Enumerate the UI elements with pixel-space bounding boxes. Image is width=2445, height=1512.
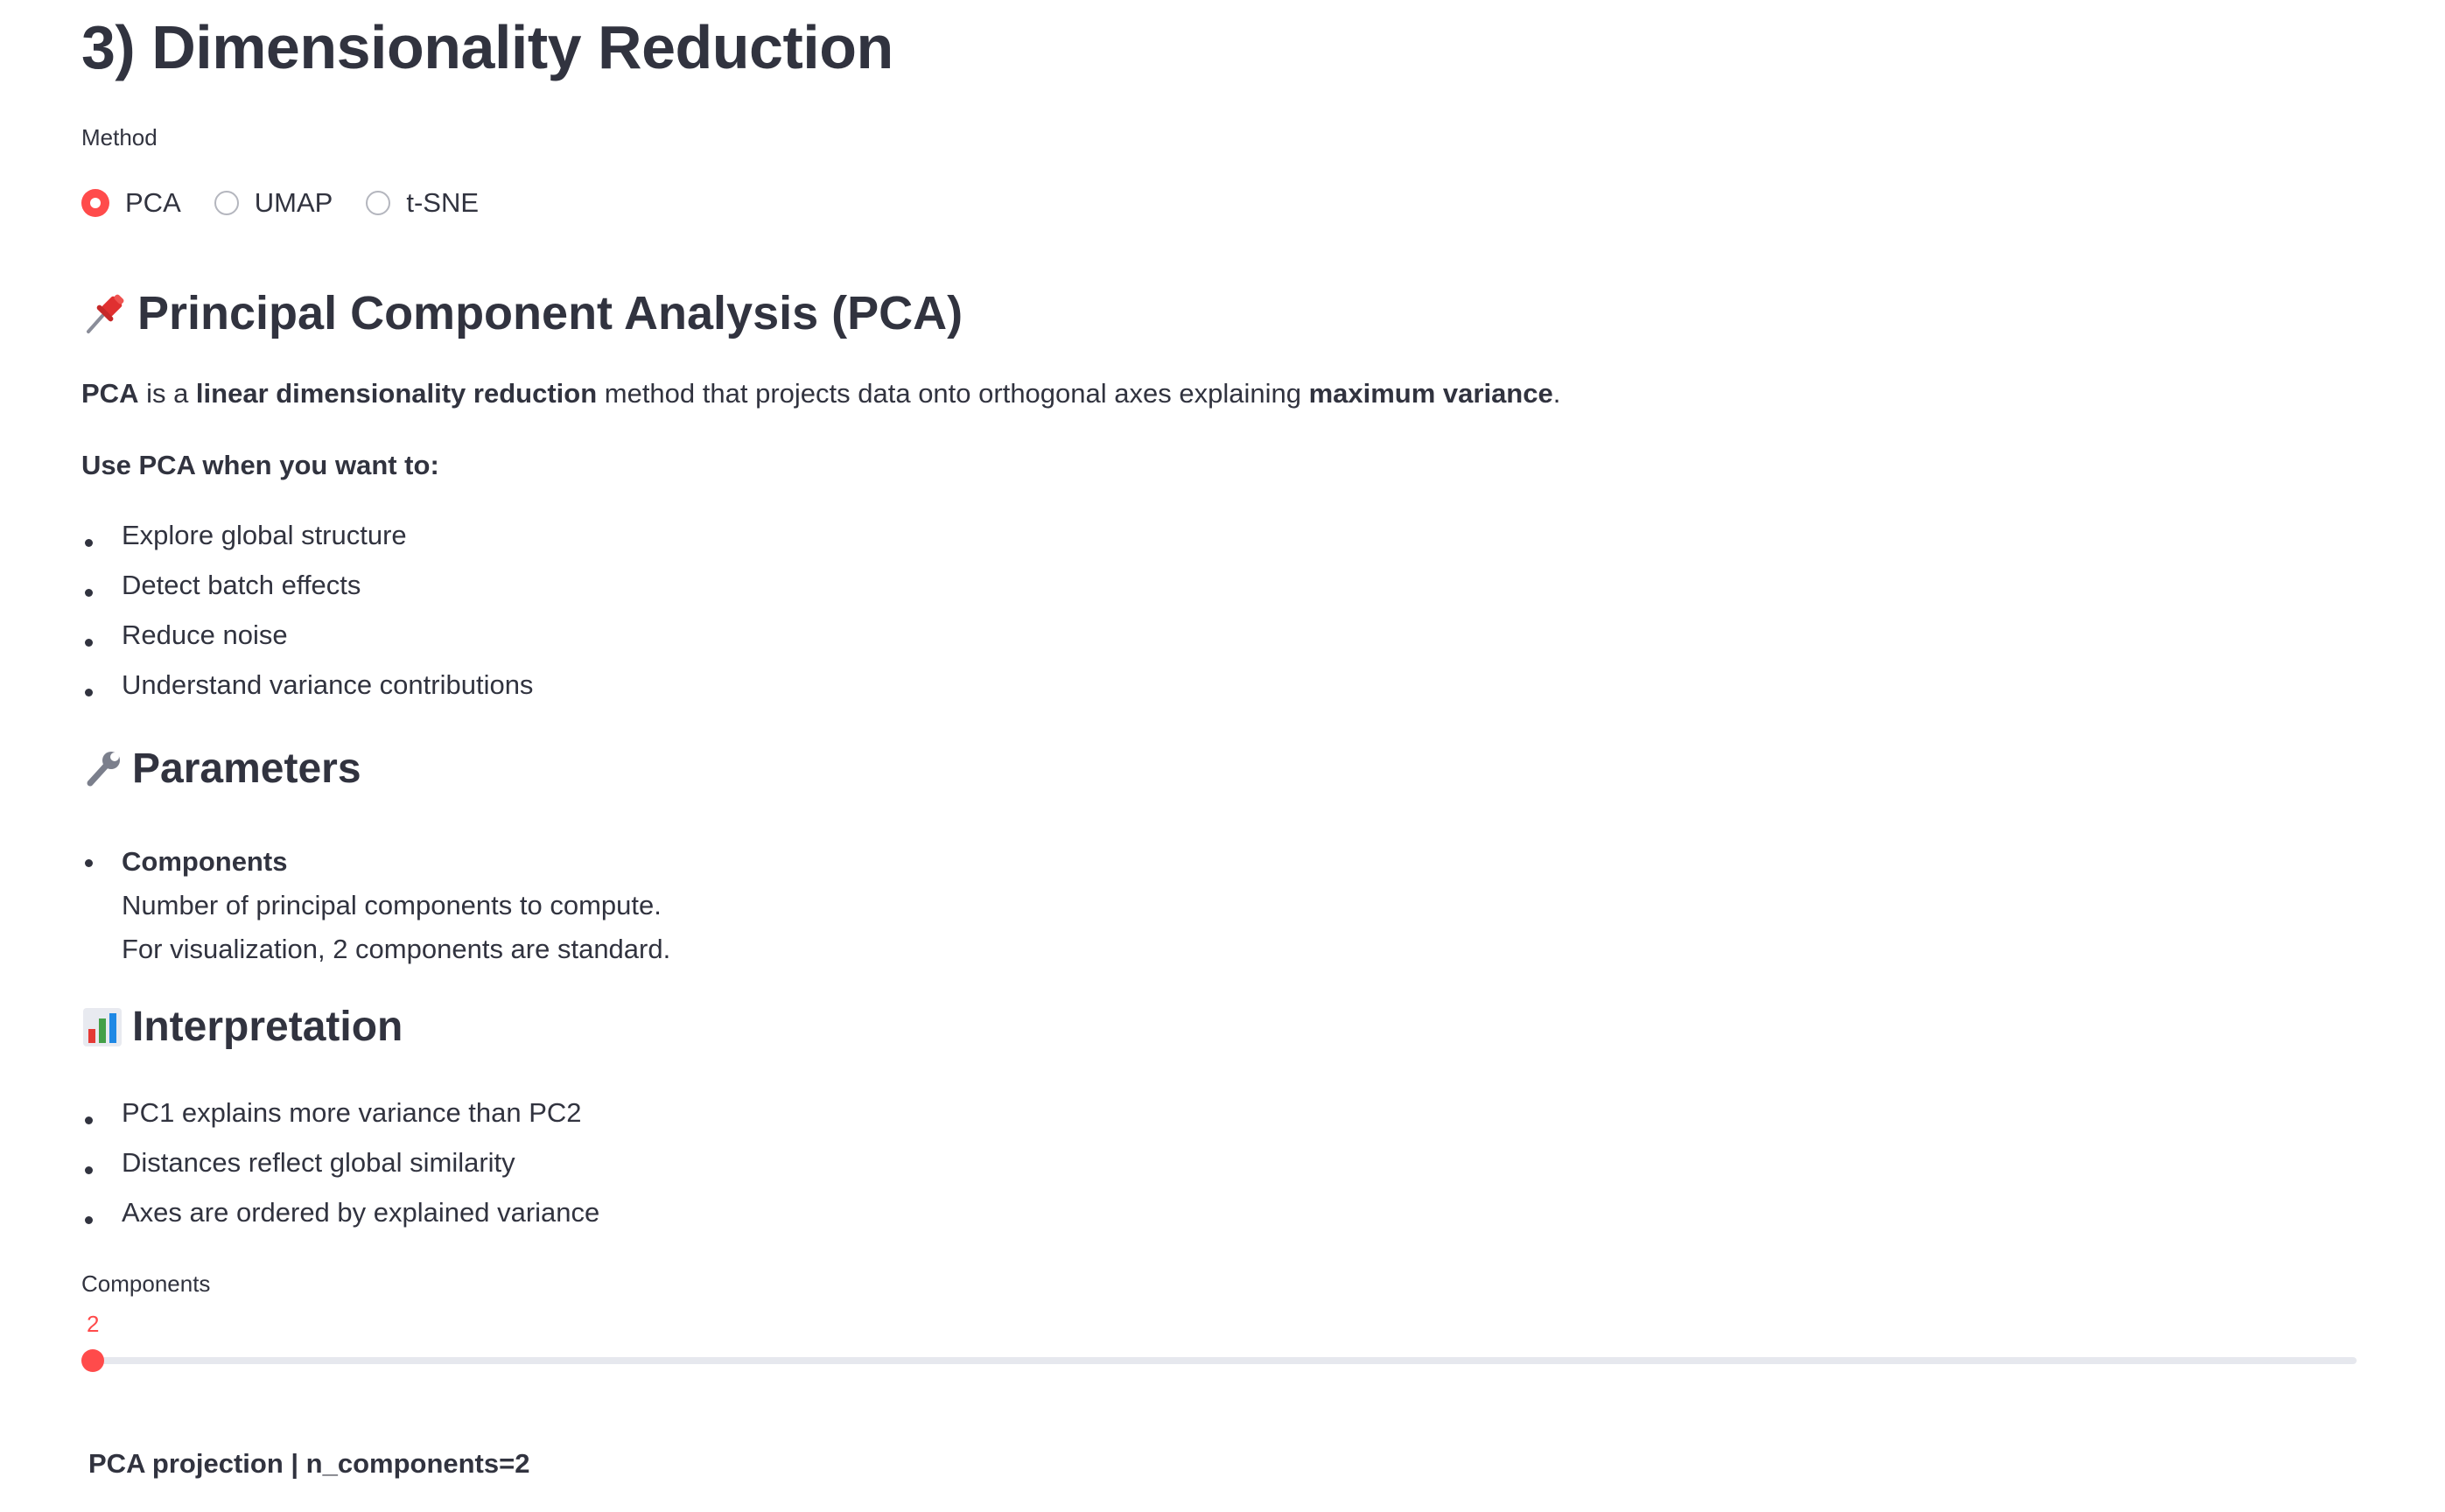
slider-value: 2 [87, 1311, 100, 1337]
list-item: Components Number of principal component… [81, 840, 670, 971]
bar-chart-icon [81, 1006, 123, 1048]
pca-intro: PCA is a linear dimensionality reduction… [81, 378, 1560, 410]
param-desc-1: Number of principal components to comput… [122, 890, 662, 920]
wrench-icon [81, 748, 123, 790]
param-name: Components [122, 846, 288, 877]
pca-heading: Principal Component Analysis (PCA) [81, 286, 963, 340]
interpretation-heading-text: Interpretation [132, 1004, 403, 1050]
radio-label-umap: UMAP [254, 187, 333, 218]
plot-title: PCA projection | n_components=2 [88, 1448, 530, 1479]
radio-unselected-icon[interactable] [366, 191, 391, 215]
pca-heading-text: Principal Component Analysis (PCA) [137, 287, 963, 340]
use-pca-list: Explore global structure Detect batch ef… [81, 520, 533, 719]
radio-selected-icon[interactable] [81, 189, 109, 217]
main-content: 3) Dimensionality Reduction Method PCA U… [81, 0, 2374, 1512]
radio-unselected-icon[interactable] [214, 191, 239, 215]
list-item: Detect batch effects [81, 570, 533, 620]
intro-variance-bold: maximum variance [1308, 378, 1553, 409]
page-title: 3) Dimensionality Reduction [81, 13, 893, 81]
intro-text-1: is a [138, 378, 196, 409]
radio-option-umap[interactable]: UMAP [214, 187, 333, 219]
use-pca-when: Use PCA when you want to: [81, 450, 439, 480]
param-desc-2: For visualization, 2 components are stan… [122, 934, 671, 964]
list-item: Understand variance contributions [81, 669, 533, 719]
components-slider-track[interactable] [81, 1357, 2357, 1364]
intro-pca-bold: PCA [81, 378, 139, 409]
components-slider-label: Components [81, 1270, 211, 1297]
radio-label-pca: PCA [125, 187, 181, 218]
parameters-heading: Parameters [81, 745, 361, 793]
interpretation-heading: Interpretation [81, 1003, 403, 1051]
intro-linear-bold: linear dimensionality reduction [195, 378, 598, 409]
pushpin-icon [81, 290, 129, 337]
parameters-list: Components Number of principal component… [81, 840, 670, 971]
list-item: PC1 explains more variance than PC2 [81, 1097, 599, 1147]
list-item: Distances reflect global similarity [81, 1147, 599, 1197]
intro-period: . [1552, 378, 1561, 409]
list-item: Reduce noise [81, 620, 533, 669]
method-radio-group: PCA UMAP t-SNE [81, 187, 512, 219]
method-label: Method [81, 124, 158, 150]
radio-label-tsne: t-SNE [406, 187, 480, 218]
intro-text-2: method that projects data onto orthogona… [597, 378, 1309, 409]
radio-option-pca[interactable]: PCA [81, 187, 181, 219]
list-item: Explore global structure [81, 520, 533, 570]
parameters-heading-text: Parameters [132, 746, 361, 792]
list-item: Axes are ordered by explained variance [81, 1197, 599, 1247]
radio-option-tsne[interactable]: t-SNE [366, 187, 479, 219]
components-slider-thumb[interactable] [81, 1349, 104, 1372]
interpretation-list: PC1 explains more variance than PC2 Dist… [81, 1097, 599, 1247]
